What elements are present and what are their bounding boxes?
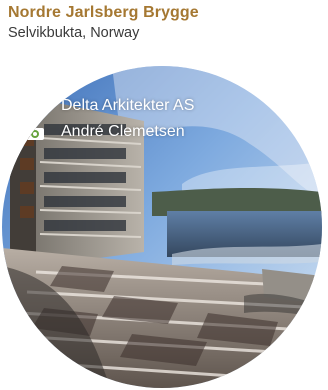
project-location: Selvikbukta, Norway: [8, 25, 140, 41]
project-title: Nordre Jarlsberg Brygge: [8, 4, 199, 21]
project-photo: Delta Arkitekter AS André Clemetsen: [2, 66, 322, 388]
project-card: Nordre Jarlsberg Brygge Selvikbukta, Nor…: [0, 0, 328, 390]
camera-icon: [24, 121, 46, 143]
photographer-name: André Clemetsen: [61, 123, 185, 140]
architect-name: Delta Arkitekter AS: [61, 97, 195, 114]
